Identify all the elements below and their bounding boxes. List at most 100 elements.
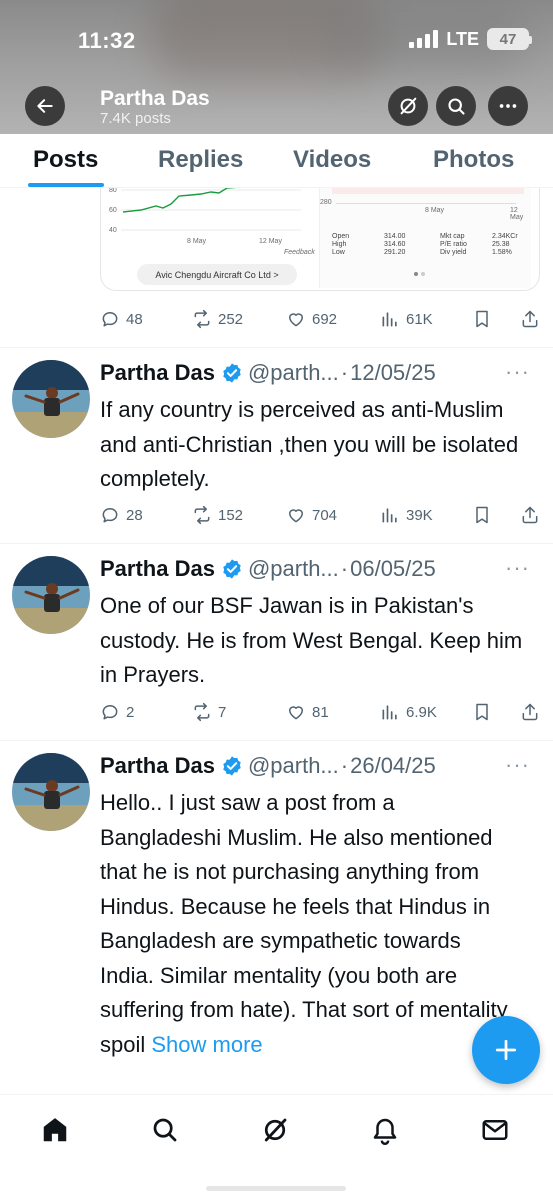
views-icon <box>382 508 397 523</box>
back-button[interactable] <box>25 86 65 126</box>
profile-tabs: Posts Replies Videos Photos <box>0 134 553 188</box>
right-date: 8 May <box>425 207 445 214</box>
feedback-link[interactable]: Feedback <box>284 249 315 256</box>
like-count: 81 <box>312 703 329 721</box>
chart-tick: 40 <box>109 227 117 234</box>
home-indicator <box>206 1186 346 1191</box>
post-date[interactable]: 06/05/25 <box>350 556 436 582</box>
author-handle[interactable]: @parth... <box>248 360 339 386</box>
back-arrow-icon <box>37 99 53 113</box>
views-count: 61K <box>406 310 433 328</box>
post-divider <box>0 347 553 348</box>
share-button[interactable] <box>520 500 540 530</box>
like-count: 692 <box>312 310 338 328</box>
search-icon <box>447 97 465 115</box>
reply-icon <box>102 508 118 523</box>
show-more-link[interactable]: Show more <box>151 1032 262 1057</box>
reply-button[interactable]: 48 <box>100 304 143 334</box>
avatar[interactable] <box>12 360 90 438</box>
messages-icon <box>482 1120 508 1140</box>
ticker-pill[interactable]: Avic Chengdu Aircraft Co Ltd > <box>137 264 297 285</box>
bookmark-button[interactable] <box>472 304 492 334</box>
author-handle[interactable]: @parth... <box>248 556 339 582</box>
nav-messages[interactable] <box>478 1113 512 1147</box>
chart-date: 12 May <box>259 238 282 245</box>
grok-button[interactable] <box>388 86 428 126</box>
author-name[interactable]: Partha Das <box>100 360 215 386</box>
battery-level: 47 <box>499 30 517 48</box>
author-handle[interactable]: @parth... <box>248 753 339 779</box>
post-date[interactable]: 26/04/25 <box>350 753 436 779</box>
nav-home[interactable] <box>38 1113 72 1147</box>
avatar-image <box>12 556 90 634</box>
views-button[interactable]: 6.9K <box>380 697 437 727</box>
nav-notifications[interactable] <box>368 1113 402 1147</box>
post-more-icon[interactable]: ··· <box>505 359 530 385</box>
post-actions: 28 152 704 39K <box>100 500 540 530</box>
tab-videos[interactable]: Videos <box>293 146 371 174</box>
chart-tick: 80 <box>109 188 117 194</box>
battery-icon: 47 <box>487 28 532 50</box>
post-date[interactable]: 12/05/25 <box>350 360 436 386</box>
active-tab-indicator <box>28 183 104 187</box>
repost-icon <box>194 309 210 329</box>
reply-button[interactable]: 28 <box>100 500 143 530</box>
post-more-icon[interactable]: ··· <box>505 555 530 581</box>
like-button[interactable]: 692 <box>286 304 337 334</box>
avatar-image <box>12 753 90 831</box>
reply-icon <box>102 312 118 327</box>
repost-icon <box>194 505 210 525</box>
views-button[interactable]: 39K <box>380 500 433 530</box>
separator-dot: · <box>340 753 349 778</box>
right-date: 12 May <box>510 207 524 221</box>
tweet-text[interactable]: One of our BSF Jawan is in Pakistan's cu… <box>100 589 545 693</box>
reply-count: 48 <box>126 310 143 328</box>
share-icon <box>522 310 538 328</box>
bookmark-button[interactable] <box>472 697 492 727</box>
tab-posts[interactable]: Posts <box>33 146 98 174</box>
post-more-icon[interactable]: ··· <box>505 752 530 778</box>
verified-badge-icon <box>223 559 241 579</box>
like-count: 704 <box>312 506 338 524</box>
bookmark-button[interactable] <box>472 500 492 530</box>
status-indicators: LTE 47 <box>409 28 532 50</box>
verified-badge-icon <box>223 756 241 776</box>
avatar[interactable] <box>12 556 90 634</box>
repost-count: 7 <box>218 703 227 721</box>
post-divider <box>0 543 553 544</box>
tweet-text[interactable]: Hello.. I just saw a post from a Banglad… <box>100 786 520 1062</box>
grok-icon <box>264 1118 287 1142</box>
bottom-navigation <box>0 1094 553 1200</box>
embedded-stock-card[interactable]: 80 60 40 8 May 12 May Feedback Avic Chen… <box>100 188 540 291</box>
tab-replies[interactable]: Replies <box>158 146 243 174</box>
nav-search[interactable] <box>148 1113 182 1147</box>
repost-button[interactable]: 152 <box>192 500 243 530</box>
tweet-text-body: Hello.. I just saw a post from a Banglad… <box>100 790 508 1057</box>
chart-date: 8 May <box>187 238 207 245</box>
repost-button[interactable]: 7 <box>192 697 226 727</box>
avatar[interactable] <box>12 753 90 831</box>
tweet-text[interactable]: If any country is perceived as anti-Musl… <box>100 393 545 497</box>
stock-stats-table: Open 314.00 Mkt cap 2.34KCr High 314.60 … <box>332 233 518 256</box>
views-button[interactable]: 61K <box>380 304 433 334</box>
nav-grok[interactable] <box>258 1113 292 1147</box>
views-count: 39K <box>406 506 433 524</box>
author-name[interactable]: Partha Das <box>100 556 215 582</box>
tab-photos[interactable]: Photos <box>433 146 514 174</box>
compose-button[interactable] <box>472 1016 540 1084</box>
share-button[interactable] <box>520 697 540 727</box>
like-button[interactable]: 81 <box>286 697 329 727</box>
repost-button[interactable]: 252 <box>192 304 243 334</box>
search-button[interactable] <box>436 86 476 126</box>
reply-count: 2 <box>126 703 135 721</box>
bookmark-icon <box>476 310 488 328</box>
share-button[interactable] <box>520 304 540 334</box>
author-name[interactable]: Partha Das <box>100 753 215 779</box>
views-icon <box>382 705 397 720</box>
like-icon <box>289 313 303 327</box>
more-options-button[interactable] <box>488 86 528 126</box>
reply-button[interactable]: 2 <box>100 697 134 727</box>
like-button[interactable]: 704 <box>286 500 337 530</box>
views-count: 6.9K <box>406 703 437 721</box>
verified-badge-icon <box>223 363 241 383</box>
